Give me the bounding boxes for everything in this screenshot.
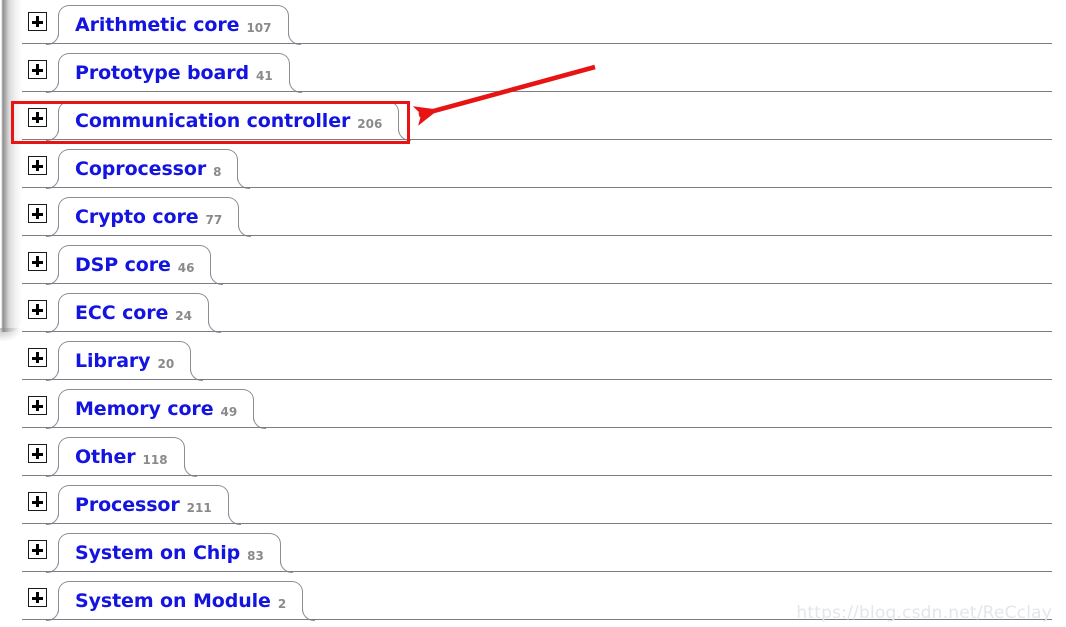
category-row: Library 20 — [0, 336, 1066, 384]
plus-icon[interactable] — [28, 204, 47, 223]
category-tab[interactable]: Coprocessor 8 — [45, 149, 252, 189]
row-divider — [22, 139, 1052, 140]
category-count: 211 — [186, 501, 212, 515]
category-tab[interactable]: Arithmetic core 107 — [46, 5, 300, 45]
row-divider — [22, 187, 1052, 188]
category-label[interactable]: Communication controller — [75, 111, 350, 131]
plus-icon[interactable] — [28, 108, 47, 127]
category-label[interactable]: Other — [75, 447, 136, 467]
category-label[interactable]: Processor — [75, 495, 180, 515]
row-divider — [22, 379, 1052, 380]
row-divider — [22, 523, 1052, 524]
row-divider — [22, 283, 1052, 284]
category-row: Processor 211 — [0, 480, 1066, 528]
category-count: 2 — [277, 597, 287, 611]
category-tab[interactable]: Communication controller 206 — [45, 101, 412, 141]
plus-icon[interactable] — [28, 540, 47, 559]
category-row: Other 118 — [0, 432, 1066, 480]
category-label[interactable]: Arithmetic core — [75, 15, 240, 35]
category-row: Crypto core 77 — [0, 192, 1066, 240]
category-row: System on Chip 83 — [0, 528, 1066, 576]
plus-icon[interactable] — [28, 348, 47, 367]
row-divider — [22, 475, 1052, 476]
row-divider — [22, 91, 1052, 92]
category-count: 118 — [142, 453, 168, 467]
category-label[interactable]: Memory core — [75, 399, 214, 419]
category-tab[interactable]: Other 118 — [46, 437, 197, 477]
category-row: ECC core 24 — [0, 288, 1066, 336]
category-label[interactable]: Prototype board — [75, 63, 249, 83]
category-count: 20 — [157, 357, 175, 371]
row-divider — [22, 619, 1052, 620]
category-tab[interactable]: Library 20 — [45, 341, 204, 381]
category-row: Memory core 49 — [0, 384, 1066, 432]
row-divider — [22, 43, 1052, 44]
row-divider — [22, 235, 1052, 236]
plus-icon[interactable] — [28, 396, 47, 415]
category-count: 107 — [246, 21, 272, 35]
category-tab[interactable]: Memory core 49 — [45, 389, 267, 429]
row-divider — [22, 571, 1052, 572]
category-count: 8 — [213, 165, 222, 179]
plus-icon[interactable] — [28, 300, 47, 319]
category-tab[interactable]: Crypto core 77 — [45, 197, 252, 237]
category-label[interactable]: Crypto core — [75, 207, 199, 227]
category-tab[interactable]: System on Chip 83 — [46, 533, 293, 573]
category-count: 41 — [256, 69, 273, 83]
category-row: Coprocessor 8 — [0, 144, 1066, 192]
category-tab[interactable]: System on Module 2 — [45, 581, 316, 621]
category-label[interactable]: DSP core — [75, 255, 171, 275]
category-row: Prototype board 41 — [0, 48, 1066, 96]
category-count: 83 — [247, 549, 264, 563]
category-tab[interactable]: ECC core 24 — [46, 293, 221, 333]
category-row: Communication controller 206 — [0, 96, 1066, 144]
plus-icon[interactable] — [28, 252, 47, 271]
category-label[interactable]: ECC core — [75, 303, 168, 323]
category-label[interactable]: System on Chip — [75, 543, 240, 563]
row-divider — [22, 331, 1052, 332]
category-count: 206 — [357, 117, 383, 131]
category-tab[interactable]: DSP core 46 — [45, 245, 225, 285]
plus-icon[interactable] — [28, 60, 47, 79]
category-count: 77 — [205, 213, 223, 227]
plus-icon[interactable] — [28, 588, 47, 607]
plus-icon[interactable] — [28, 156, 47, 175]
category-count: 46 — [177, 261, 195, 275]
plus-icon[interactable] — [28, 492, 47, 511]
category-label[interactable]: System on Module — [75, 591, 271, 611]
category-label[interactable]: Coprocessor — [75, 159, 206, 179]
category-row: System on Module 2 — [0, 576, 1066, 624]
category-row: DSP core 46 — [0, 240, 1066, 288]
category-count: 24 — [175, 309, 192, 323]
category-tab[interactable]: Processor 211 — [46, 485, 241, 525]
category-count: 49 — [220, 405, 238, 419]
category-list: Arithmetic core 107 Prototype board 41 Commu… — [0, 0, 1066, 624]
category-label[interactable]: Library — [75, 351, 151, 371]
plus-icon[interactable] — [28, 12, 47, 31]
category-row: Arithmetic core 107 — [0, 0, 1066, 48]
plus-icon[interactable] — [28, 444, 47, 463]
row-divider — [22, 427, 1052, 428]
category-tab[interactable]: Prototype board 41 — [46, 53, 302, 93]
